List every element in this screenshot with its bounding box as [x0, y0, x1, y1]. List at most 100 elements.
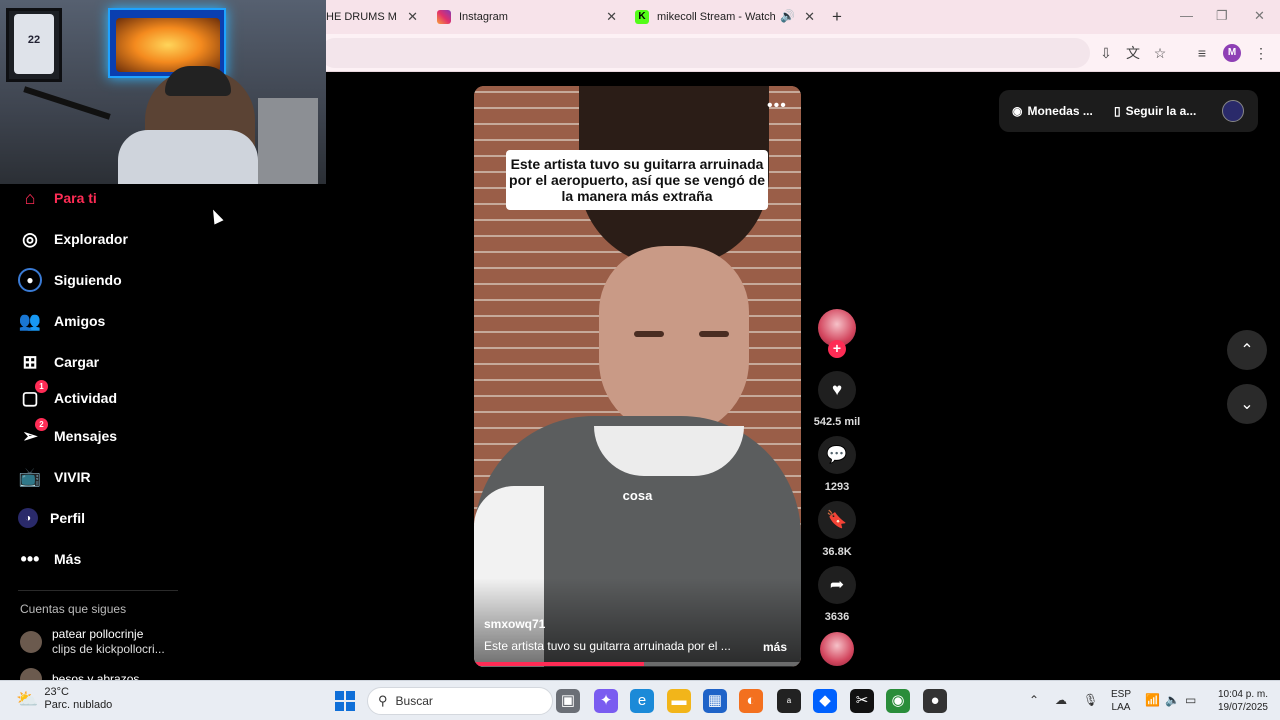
- live-icon: 📺: [18, 466, 42, 487]
- time: 10:04 p. m.: [1217, 689, 1268, 700]
- install-app-icon[interactable]: ⇩: [1098, 45, 1114, 61]
- sidebar-item-perfil[interactable]: ◑ Perfil: [18, 505, 85, 531]
- man-face: [599, 246, 749, 436]
- divider: [18, 590, 178, 591]
- video-options-icon[interactable]: •••: [767, 97, 787, 115]
- weather-widget[interactable]: ⛅ 23°C Parc. nublado: [16, 686, 112, 712]
- user-avatar[interactable]: [1222, 100, 1244, 122]
- sidebar-item-amigos[interactable]: 👥 Amigos: [18, 308, 106, 334]
- chrome-icon[interactable]: ◉: [886, 689, 910, 713]
- sidebar-item-vivir[interactable]: 📺 VIVIR: [18, 464, 91, 490]
- coins-button[interactable]: ◉ Monedas ...: [1012, 104, 1093, 118]
- close-tab-icon[interactable]: ✕: [407, 9, 418, 25]
- comment-count: 1293: [824, 481, 850, 493]
- follow-app-button[interactable]: ▯ Seguir la a...: [1114, 104, 1196, 118]
- search-icon: ⚲: [378, 693, 388, 708]
- onedrive-icon[interactable]: ☁: [1055, 693, 1067, 707]
- firefox-icon[interactable]: ◐: [739, 689, 763, 713]
- previous-video-button[interactable]: ⌃: [1227, 330, 1267, 370]
- capcut-icon[interactable]: ✂: [850, 689, 874, 713]
- activity-icon: ▢ 1: [18, 380, 48, 410]
- sidebar-item-para-ti[interactable]: ⌂ Para ti: [18, 185, 97, 211]
- keyboard-layout: LAA: [1111, 702, 1131, 713]
- close-tab-icon[interactable]: ✕: [606, 9, 617, 25]
- bookmark-star-icon[interactable]: ☆: [1152, 45, 1168, 61]
- sidebar-item-label: Cargar: [54, 354, 100, 370]
- like-count: 542.5 mil: [813, 416, 861, 428]
- start-button[interactable]: [335, 691, 355, 711]
- follow-app-label: Seguir la a...: [1125, 104, 1197, 118]
- volume-icon[interactable]: 🔈: [1165, 693, 1180, 707]
- tab-title: HE DRUMS ME IL: [326, 11, 396, 23]
- avatar: [20, 631, 42, 653]
- share-icon: ➦: [829, 575, 845, 594]
- tab-kick-stream[interactable]: K mikecoll Stream - Watch Liv 🔊 ✕: [635, 6, 815, 28]
- search-placeholder: Buscar: [395, 694, 433, 708]
- close-tab-icon[interactable]: ✕: [804, 9, 815, 25]
- store-icon[interactable]: ▦: [703, 689, 727, 713]
- phone-icon: ▯: [1114, 104, 1121, 118]
- media-control-icon[interactable]: ≡: [1194, 45, 1210, 61]
- save-count: 36.8K: [822, 546, 852, 558]
- file-explorer-icon[interactable]: ▬: [667, 689, 691, 713]
- edge-icon[interactable]: e: [630, 689, 654, 713]
- dropbox-icon[interactable]: ◆: [813, 689, 837, 713]
- heart-icon: ♥: [831, 380, 843, 399]
- sidebar-item-label: Explorador: [54, 231, 128, 247]
- tray-overflow-icon[interactable]: ⌃: [1029, 693, 1039, 707]
- following-account[interactable]: patear pollocrinje clips de kickpollocri…: [20, 627, 165, 657]
- obs-icon[interactable]: ●: [923, 689, 947, 713]
- comment-icon: 💬: [826, 445, 848, 464]
- new-tab-button[interactable]: +: [832, 7, 842, 27]
- sidebar-item-label: Siguiendo: [54, 272, 122, 288]
- restore-icon[interactable]: ❐: [1216, 8, 1228, 24]
- save-button[interactable]: 🔖: [818, 501, 856, 539]
- address-bar[interactable]: [320, 38, 1090, 68]
- video-caption-overlay: Este artista tuvo su guitarra arruinada …: [506, 150, 768, 210]
- taskbar-search[interactable]: ⚲ Buscar: [367, 687, 553, 715]
- compass-icon: ◎: [22, 228, 38, 249]
- mic-icon[interactable]: 🎙: [1083, 693, 1098, 707]
- sidebar-item-label: Para ti: [54, 190, 97, 206]
- sidebar-item-actividad[interactable]: ▢ 1 Actividad: [18, 380, 118, 411]
- more-link[interactable]: más: [763, 640, 787, 654]
- sidebar-item-label: Perfil: [50, 510, 86, 526]
- sidebar-item-label: Más: [54, 551, 82, 567]
- share-button[interactable]: ➦: [818, 566, 856, 604]
- menu-dots-icon[interactable]: ⋮: [1253, 45, 1269, 61]
- follow-plus-button[interactable]: +: [828, 340, 846, 358]
- lang-code: ESP: [1111, 689, 1132, 700]
- sidebar-item-cargar[interactable]: ⊞ Cargar: [18, 349, 99, 375]
- next-video-button[interactable]: ⌄: [1227, 384, 1267, 424]
- amazon-icon[interactable]: a: [777, 689, 801, 713]
- tab-drums[interactable]: HE DRUMS ME IL ✕: [326, 6, 418, 28]
- sidebar-item-mensajes[interactable]: ➢ 2 Mensajes: [18, 418, 117, 449]
- video-player[interactable]: Este artista tuvo su guitarra arruinada …: [474, 86, 801, 667]
- comment-button[interactable]: 💬: [818, 436, 856, 474]
- browser-profile-avatar[interactable]: M: [1223, 44, 1241, 62]
- music-disc-avatar[interactable]: [820, 632, 854, 666]
- close-window-icon[interactable]: ✕: [1254, 8, 1265, 24]
- sidebar-item-explorador[interactable]: ◎ Explorador: [18, 226, 128, 252]
- battery-icon[interactable]: ▭: [1185, 693, 1196, 707]
- like-button[interactable]: ♥: [818, 371, 856, 409]
- task-view-icon[interactable]: ▣: [556, 689, 580, 713]
- sidebar-item-mas[interactable]: ••• Más: [18, 546, 82, 572]
- tab-instagram[interactable]: Instagram ✕: [437, 6, 617, 28]
- friends-icon: 👥: [18, 310, 42, 331]
- language-indicator[interactable]: ESP LAA: [1111, 688, 1131, 714]
- video-username[interactable]: smxowq71: [484, 617, 545, 631]
- translate-icon[interactable]: 文: [1125, 45, 1141, 61]
- system-clock[interactable]: 10:04 p. m. 19/07/2025: [1210, 688, 1268, 714]
- speaker-icon[interactable]: 🔊: [780, 9, 795, 23]
- screen: HE DRUMS ME IL ✕ Instagram ✕ K mikecoll …: [0, 0, 1280, 720]
- share-count: 3636: [824, 611, 850, 623]
- sidebar-item-label: Actividad: [54, 390, 118, 406]
- video-description: Este artista tuvo su guitarra arruinada …: [484, 639, 731, 653]
- video-progress-bar[interactable]: [474, 662, 801, 666]
- minimize-icon[interactable]: —: [1180, 8, 1193, 23]
- sidebar-item-siguiendo[interactable]: ● Siguiendo: [18, 267, 122, 293]
- wifi-icon[interactable]: 📶: [1145, 693, 1160, 707]
- following-icon: ●: [18, 268, 42, 292]
- copilot-icon[interactable]: ✦: [594, 689, 618, 713]
